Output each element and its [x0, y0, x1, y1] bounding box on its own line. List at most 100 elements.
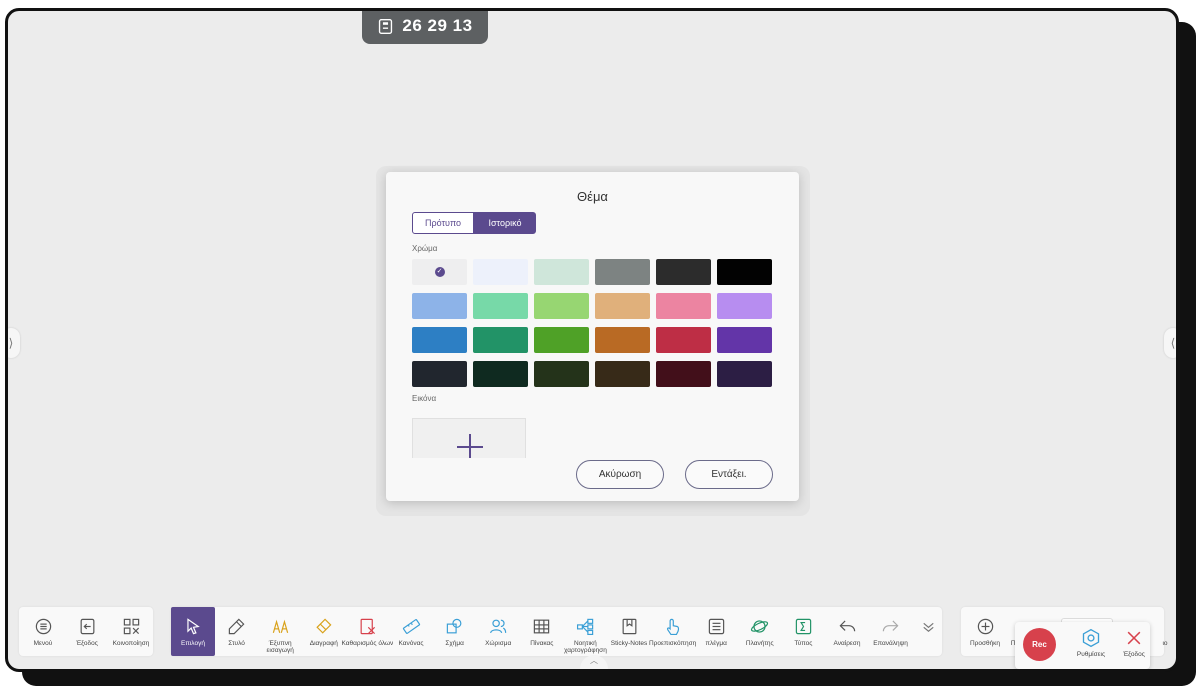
tool-menu[interactable]: Μενού [21, 607, 65, 656]
tab-history[interactable]: Ιστορικό [474, 212, 536, 234]
preview-touch-icon [667, 618, 680, 636]
clear-all-icon [360, 618, 375, 635]
add-image-tile[interactable] [412, 418, 526, 458]
color-swatch[interactable] [473, 327, 528, 353]
color-swatch[interactable] [656, 361, 711, 387]
color-swatch[interactable] [473, 259, 528, 285]
color-swatch[interactable] [473, 361, 528, 387]
tab-template[interactable]: Πρότυπο [412, 212, 474, 234]
color-swatch[interactable] [717, 259, 772, 285]
pen-icon [228, 618, 245, 635]
settings-hexagon-icon [1082, 628, 1100, 648]
right-edge-handle[interactable]: ⟨ [1164, 328, 1176, 358]
grid-list-icon [708, 618, 724, 635]
settings-label: Ρυθμίσεις [1076, 651, 1106, 658]
tool-formula[interactable]: Τύπος [781, 607, 825, 656]
toolbar-expand-button[interactable] [915, 607, 941, 656]
dialog-title: Θέμα [577, 189, 608, 204]
color-swatch[interactable] [534, 361, 589, 387]
color-swatch[interactable] [595, 293, 650, 319]
color-swatch[interactable] [412, 293, 467, 319]
color-swatch[interactable] [717, 293, 772, 319]
color-swatch[interactable] [595, 361, 650, 387]
color-swatch[interactable] [534, 327, 589, 353]
color-section-label: Χρώμα [412, 244, 438, 253]
shape-icon [446, 618, 462, 634]
tool-smart-input[interactable]: Έξυπνη εισαγωγή [258, 607, 302, 656]
exit-icon [80, 618, 94, 635]
selected-check-icon: ✓ [434, 267, 445, 277]
color-swatch[interactable] [656, 327, 711, 353]
planet-icon [751, 620, 769, 633]
menu-icon [35, 618, 51, 635]
tool-ruler[interactable]: Κανόνας [389, 607, 433, 656]
tool-shape[interactable]: Σχήμα [433, 607, 477, 656]
ok-button[interactable]: Εντάξει. [685, 460, 773, 489]
chevron-left-icon: ⟨ [1170, 336, 1176, 350]
record-button[interactable]: Rec [1023, 628, 1056, 661]
color-swatch[interactable] [717, 361, 772, 387]
whiteboard-screen[interactable]: 26 29 13 ⟩ ⟨ Θέμα Πρότυπο Ιστορικό Χρώμα… [5, 8, 1179, 672]
table-icon [534, 619, 550, 634]
close-icon [1127, 631, 1141, 645]
ruler-icon [402, 619, 420, 634]
color-swatch[interactable] [656, 259, 711, 285]
color-swatch[interactable] [473, 293, 528, 319]
select-cursor-icon [186, 618, 200, 635]
qr-share-icon [123, 618, 139, 635]
timer-badge[interactable]: 26 29 13 [362, 11, 488, 44]
color-swatch[interactable] [717, 327, 772, 353]
cancel-button[interactable]: Ακύρωση [576, 460, 664, 489]
left-edge-handle[interactable]: ⟩ [8, 328, 20, 358]
tool-preview-touch[interactable]: Προεπισκόπηση [649, 607, 696, 656]
tool-label: Κοινοποίηση [112, 640, 150, 647]
tool-sticky-note[interactable]: Sticky-Notes [607, 607, 651, 656]
timer-device-icon [379, 18, 393, 34]
color-swatch[interactable] [595, 259, 650, 285]
tool-label: Επανάληψη [873, 640, 908, 647]
tool-eraser[interactable]: Διαγραφή [302, 607, 346, 656]
color-swatch-grid: ✓ [412, 259, 773, 387]
tool-pen[interactable]: Στυλό [215, 607, 259, 656]
color-swatch[interactable] [412, 361, 467, 387]
tool-split-users[interactable]: Χώρισμα [476, 607, 520, 656]
redo-icon [882, 620, 899, 632]
sticky-note-icon [622, 618, 636, 635]
image-section-label: Εικόνα [412, 394, 437, 403]
chevron-up-icon: ︿ [590, 656, 598, 665]
eraser-icon [316, 618, 332, 634]
tool-clear-all[interactable]: Καθαρισμός όλων [341, 607, 393, 656]
color-swatch[interactable] [412, 327, 467, 353]
tool-grid-list[interactable]: πλέγμα [694, 607, 738, 656]
color-swatch[interactable] [534, 259, 589, 285]
toolbar-left-group: Μενού Έξοδος Κοινοποίηση [19, 607, 153, 656]
color-swatch[interactable] [656, 293, 711, 319]
add-page-icon [977, 618, 993, 635]
tool-mind-map[interactable]: Νοητική χαρτογράφηση [563, 607, 607, 656]
color-swatch[interactable]: ✓ [412, 259, 467, 285]
undo-icon [839, 620, 855, 632]
tool-select-cursor[interactable]: Επιλογή [171, 607, 215, 656]
tool-planet[interactable]: Πλανήτης [738, 607, 782, 656]
theme-dialog: Θέμα Πρότυπο Ιστορικό Χρώμα ✓ Εικόνα Ακύ… [386, 172, 799, 501]
tool-table[interactable]: Πίνακας [520, 607, 564, 656]
color-swatch[interactable] [534, 293, 589, 319]
formula-icon [795, 618, 812, 635]
chevron-double-down-icon [922, 622, 934, 633]
smart-input-icon [272, 619, 288, 633]
settings-button[interactable]: Ρυθμίσεις [1069, 628, 1113, 658]
bottom-handle[interactable]: ︿ [580, 655, 608, 669]
timer-value: 26 29 13 [402, 16, 473, 35]
overlay-exit-button[interactable]: Έξοδος [1112, 628, 1156, 658]
split-users-icon [489, 619, 506, 634]
tool-redo[interactable]: Επανάληψη [869, 607, 913, 656]
tool-undo[interactable]: Αναίρεση [825, 607, 869, 656]
color-swatch[interactable] [595, 327, 650, 353]
tool-qr-share[interactable]: Κοινοποίηση [109, 607, 153, 656]
theme-tabs: Πρότυπο Ιστορικό [412, 212, 536, 234]
mind-map-icon [576, 618, 594, 636]
overlay-exit-label: Έξοδος [1123, 651, 1145, 658]
tool-exit[interactable]: Έξοδος [65, 607, 109, 656]
toolbar-main-group: Επιλογή Στυλό Έξυπνη εισαγωγή Διαγραφή Καθαρ… [171, 607, 942, 656]
chevron-right-icon: ⟩ [8, 336, 14, 350]
